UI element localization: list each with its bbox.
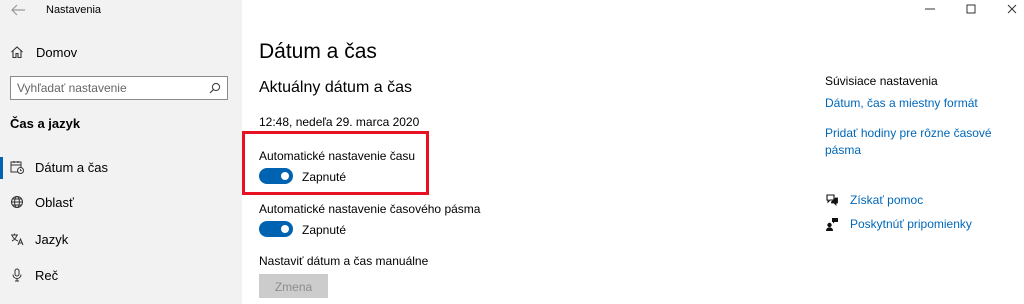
auto-time-toggle[interactable] [259, 168, 293, 184]
section-heading: Aktuálny dátum a čas [259, 79, 412, 96]
section-title: Čas a jazyk [10, 116, 81, 131]
close-icon[interactable] [1005, 2, 1019, 16]
home-nav[interactable]: Domov [10, 42, 77, 62]
maximize-icon[interactable] [964, 2, 978, 16]
auto-time-state: Zapnuté [302, 170, 347, 184]
current-datetime: 12:48, nedeľa 29. marca 2020 [259, 115, 420, 129]
toggle-knob [281, 172, 289, 180]
sidebar-item-label: Oblasť [35, 195, 74, 210]
page-title: Dátum a čas [259, 40, 377, 63]
search-box[interactable] [10, 76, 228, 100]
auto-timezone-toggle[interactable] [259, 221, 293, 237]
sidebar-item-rec[interactable]: Reč [0, 265, 242, 287]
sidebar-item-label: Jazyk [35, 232, 69, 247]
search-icon[interactable] [209, 82, 221, 94]
search-input[interactable] [17, 80, 197, 96]
auto-timezone-label: Automatické nastavenie časového pásma [259, 202, 481, 216]
app-title: Nastavenia [46, 4, 102, 16]
related-settings-title: Súvisiace nastavenia [825, 74, 938, 88]
manual-datetime-label: Nastaviť dátum a čas manuálne [259, 254, 429, 268]
sidebar-item-oblast[interactable]: Oblasť [0, 192, 242, 214]
auto-timezone-state: Zapnuté [302, 223, 347, 237]
selected-indicator [0, 157, 3, 179]
feedback-icon [826, 218, 838, 231]
globe-icon [11, 196, 23, 208]
get-help-label: Získať pomoc [850, 193, 924, 207]
give-feedback-label: Poskytnúť pripomienky [850, 217, 972, 231]
sidebar-item-jazyk[interactable]: Jazyk [0, 229, 242, 251]
auto-time-label: Automatické nastavenie času [259, 149, 416, 163]
main-content: Dátum a čas Aktuálny dátum a čas 12:48, … [242, 0, 1024, 304]
sidebar-item-label: Dátum a čas [35, 160, 108, 175]
language-icon [11, 233, 24, 246]
sidebar-item-datum-a-cas[interactable]: Dátum a čas [0, 157, 242, 179]
help-chat-icon [826, 194, 838, 206]
calendar-clock-icon [10, 161, 24, 174]
home-label: Domov [36, 44, 78, 60]
highlight-annotation-box [242, 131, 429, 195]
add-clocks-link[interactable]: Pridať hodiny pre rôzne časové pásma [825, 125, 995, 159]
microphone-icon [12, 268, 22, 282]
sidebar-item-label: Reč [35, 268, 59, 283]
toggle-knob [281, 225, 289, 233]
datetime-regional-format-link[interactable]: Dátum, čas a miestny formát [825, 95, 978, 112]
home-icon [11, 46, 23, 59]
change-button[interactable]: Zmena [259, 274, 328, 298]
minimize-icon[interactable] [923, 2, 937, 16]
sidebar: Nastavenia Domov Čas a jazyk Dátum a čas [0, 0, 242, 304]
back-arrow-icon[interactable] [10, 3, 26, 17]
